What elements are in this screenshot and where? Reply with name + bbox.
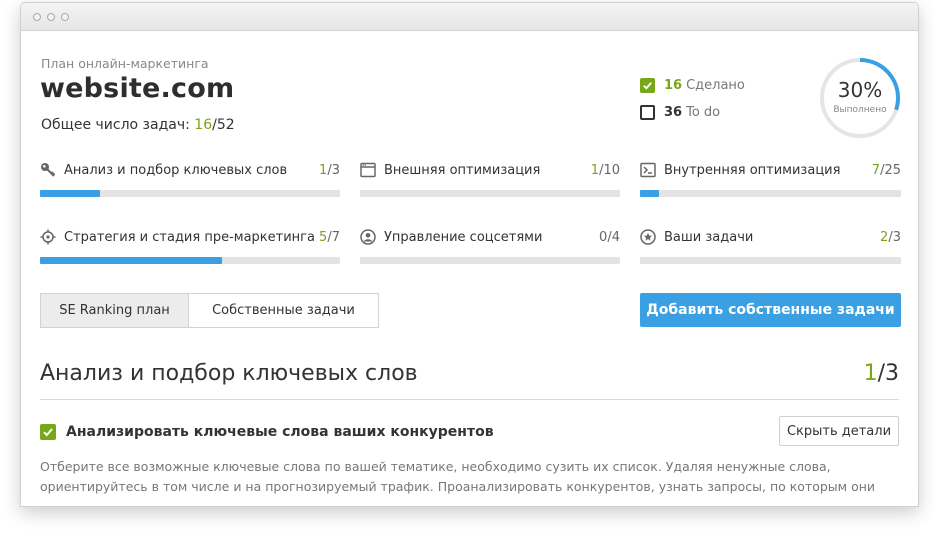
todo-label: To do: [686, 105, 721, 120]
category-done: 5: [319, 230, 328, 245]
done-label: Сделано: [686, 78, 745, 93]
category-count: 1/10: [590, 163, 620, 178]
total-tasks: Общее число задач: 16/52: [41, 117, 235, 133]
legend-done: 16 Сделано: [640, 78, 745, 93]
category-progress-bar: [360, 190, 620, 197]
category-name: Внутренняя оптимизация: [664, 163, 841, 178]
key-icon: [40, 162, 56, 178]
section-divider: [40, 399, 899, 400]
section-total: 3: [885, 361, 899, 386]
total-all: 52: [216, 117, 235, 133]
category-progress-bar: [640, 257, 901, 264]
category-strategy[interactable]: Стратегия и стадия пре-маркетинга 5/7: [40, 229, 340, 269]
section-title: Анализ и подбор ключевых слов: [40, 361, 418, 386]
category-count: 1/3: [319, 163, 340, 178]
progress-label: Выполнено: [833, 105, 887, 115]
empty-checkbox-icon: [640, 105, 655, 120]
category-total: 10: [603, 163, 620, 178]
done-count: 16: [664, 78, 683, 93]
section-done: 1: [863, 361, 878, 386]
category-name: Анализ и подбор ключевых слов: [64, 163, 288, 178]
legend-todo: 36 To do: [640, 105, 720, 120]
category-name: Стратегия и стадия пре-маркетинга: [64, 230, 315, 245]
category-progress-bar: [360, 257, 620, 264]
category-social[interactable]: Управление соцсетями 0/4: [360, 229, 620, 269]
category-total: 3: [331, 163, 340, 178]
hide-details-button[interactable]: Скрыть детали: [779, 416, 899, 446]
task-description: Отберите все возможные ключевые слова по…: [40, 457, 900, 497]
category-internal[interactable]: Внутренняя оптимизация 7/25: [640, 162, 901, 202]
category-name: Внешняя оптимизация: [384, 163, 541, 178]
target-icon: [40, 229, 56, 245]
task-item: Анализировать ключевые слова ваших конку…: [40, 424, 494, 440]
category-name: Ваши задачи: [664, 230, 754, 245]
todo-count: 36: [664, 105, 683, 120]
close-dot[interactable]: [33, 13, 41, 21]
section-separator: /: [877, 361, 885, 386]
progress-percent: 30%: [837, 78, 883, 102]
category-keywords[interactable]: Анализ и подбор ключевых слов 1/3: [40, 162, 340, 202]
progress-ring: 30% Выполнено: [818, 56, 902, 140]
description-line: ориентируйтесь в том числе и на прогнози…: [40, 479, 876, 494]
category-progress-bar: [40, 190, 340, 197]
browser-window-icon: [360, 162, 376, 178]
tab-own-tasks[interactable]: Собственные задачи: [189, 294, 378, 327]
category-count: 5/7: [319, 230, 340, 245]
add-own-tasks-button[interactable]: Добавить собственные задачи: [640, 293, 901, 327]
plan-tabs: SE Ranking план Собственные задачи: [40, 293, 379, 328]
task-checkbox[interactable]: [40, 424, 56, 440]
category-total: 3: [892, 230, 901, 245]
category-progress-fill: [40, 190, 100, 197]
window-titlebar: [21, 3, 918, 31]
minimize-dot[interactable]: [47, 13, 55, 21]
category-done: 1: [319, 163, 328, 178]
category-progress-fill: [40, 257, 222, 264]
task-title[interactable]: Анализировать ключевые слова ваших конку…: [66, 424, 494, 440]
category-done: 7: [871, 163, 881, 178]
app-window: План онлайн-маркетинга website.com Общее…: [20, 2, 919, 507]
category-done: 2: [880, 230, 889, 245]
category-count: 0/4: [599, 230, 620, 245]
check-icon: [43, 428, 53, 437]
tab-se-ranking-plan[interactable]: SE Ranking план: [41, 294, 189, 327]
category-progress-bar: [640, 190, 901, 197]
category-done: 1: [590, 163, 600, 178]
category-count: 2/3: [880, 230, 901, 245]
site-title: website.com: [40, 73, 235, 104]
terminal-icon: [640, 162, 656, 178]
zoom-dot[interactable]: [61, 13, 69, 21]
total-done: 16: [194, 117, 213, 133]
category-count: 7/25: [871, 163, 901, 178]
category-own-tasks[interactable]: Ваши задачи 2/3: [640, 229, 901, 269]
category-progress-fill: [640, 190, 660, 197]
category-total: 25: [884, 163, 901, 178]
category-total: 4: [611, 230, 620, 245]
section-count: 1/3: [864, 361, 899, 386]
category-external[interactable]: Внешняя оптимизация 1/10: [360, 162, 620, 202]
description-line: Отберите все возможные ключевые слова по…: [40, 459, 831, 474]
plan-content: План онлайн-маркетинга website.com Общее…: [21, 31, 918, 506]
total-label: Общее число задач:: [41, 117, 190, 133]
category-name: Управление соцсетями: [384, 230, 543, 245]
category-total: 7: [331, 230, 340, 245]
category-progress-bar: [40, 257, 340, 264]
category-done: 0: [599, 230, 608, 245]
plan-subtitle: План онлайн-маркетинга: [41, 56, 209, 71]
check-icon: [640, 78, 655, 93]
star-circle-icon: [640, 229, 656, 245]
user-circle-icon: [360, 229, 376, 245]
